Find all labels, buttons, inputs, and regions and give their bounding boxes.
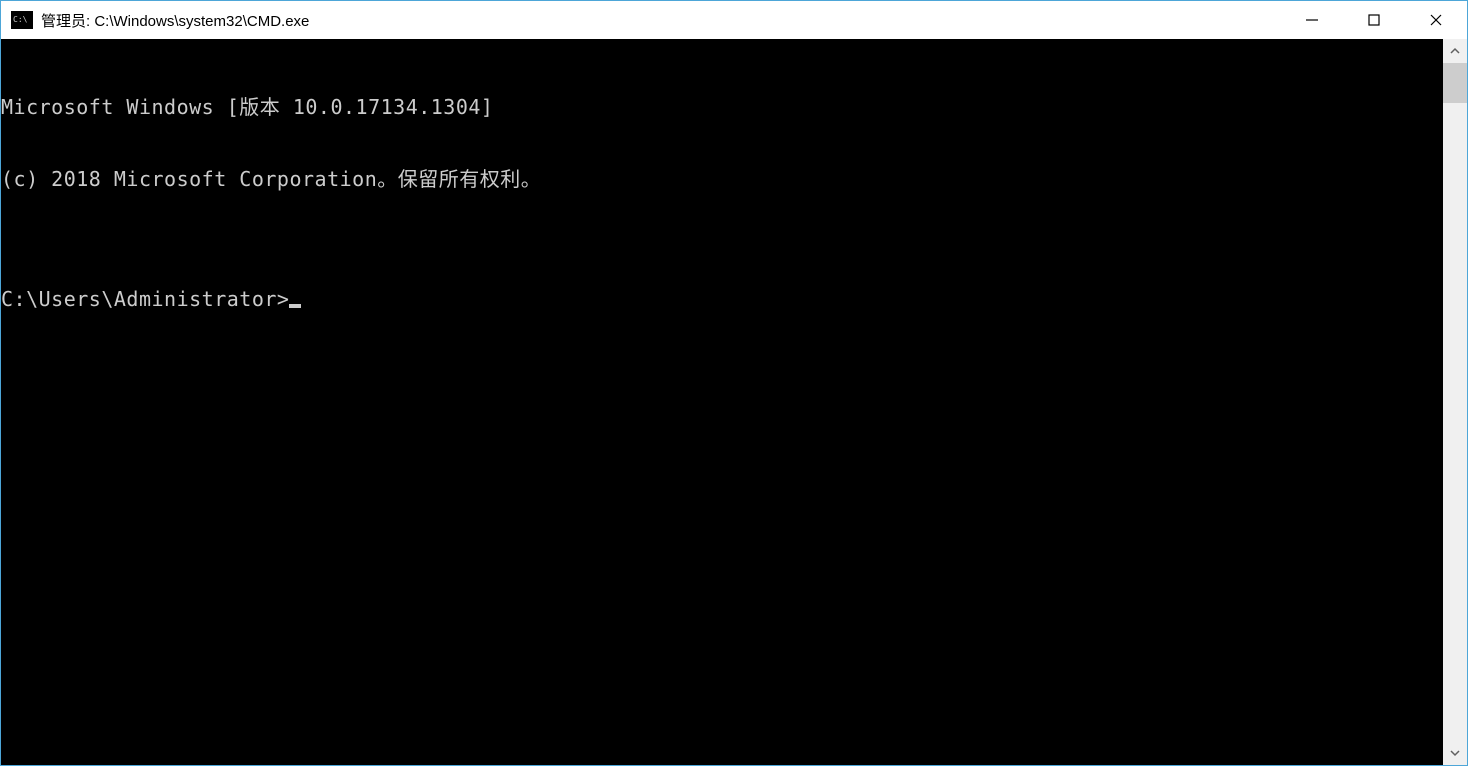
terminal-line-version: Microsoft Windows [版本 10.0.17134.1304]	[1, 95, 1443, 119]
close-icon	[1429, 13, 1443, 27]
scrollbar-thumb[interactable]	[1443, 63, 1467, 103]
terminal-output[interactable]: Microsoft Windows [版本 10.0.17134.1304] (…	[1, 39, 1443, 765]
scrollbar-down-button[interactable]	[1443, 741, 1467, 765]
cmd-window: 管理员: C:\Windows\system32\CMD.exe	[0, 0, 1468, 766]
scrollbar-up-button[interactable]	[1443, 39, 1467, 63]
maximize-button[interactable]	[1343, 1, 1405, 39]
close-button[interactable]	[1405, 1, 1467, 39]
terminal-container: Microsoft Windows [版本 10.0.17134.1304] (…	[1, 39, 1467, 765]
terminal-cursor	[289, 304, 301, 308]
window-controls	[1281, 1, 1467, 39]
minimize-button[interactable]	[1281, 1, 1343, 39]
chevron-down-icon	[1450, 748, 1460, 758]
scrollbar-track[interactable]	[1443, 63, 1467, 741]
chevron-up-icon	[1450, 46, 1460, 56]
terminal-prompt-line: C:\Users\Administrator>	[1, 287, 1443, 311]
cmd-icon	[11, 11, 33, 29]
window-title: 管理员: C:\Windows\system32\CMD.exe	[41, 10, 1281, 31]
terminal-line-copyright: (c) 2018 Microsoft Corporation。保留所有权利。	[1, 167, 1443, 191]
vertical-scrollbar[interactable]	[1443, 39, 1467, 765]
terminal-prompt: C:\Users\Administrator>	[1, 287, 289, 311]
minimize-icon	[1305, 13, 1319, 27]
maximize-icon	[1367, 13, 1381, 27]
titlebar[interactable]: 管理员: C:\Windows\system32\CMD.exe	[1, 1, 1467, 39]
